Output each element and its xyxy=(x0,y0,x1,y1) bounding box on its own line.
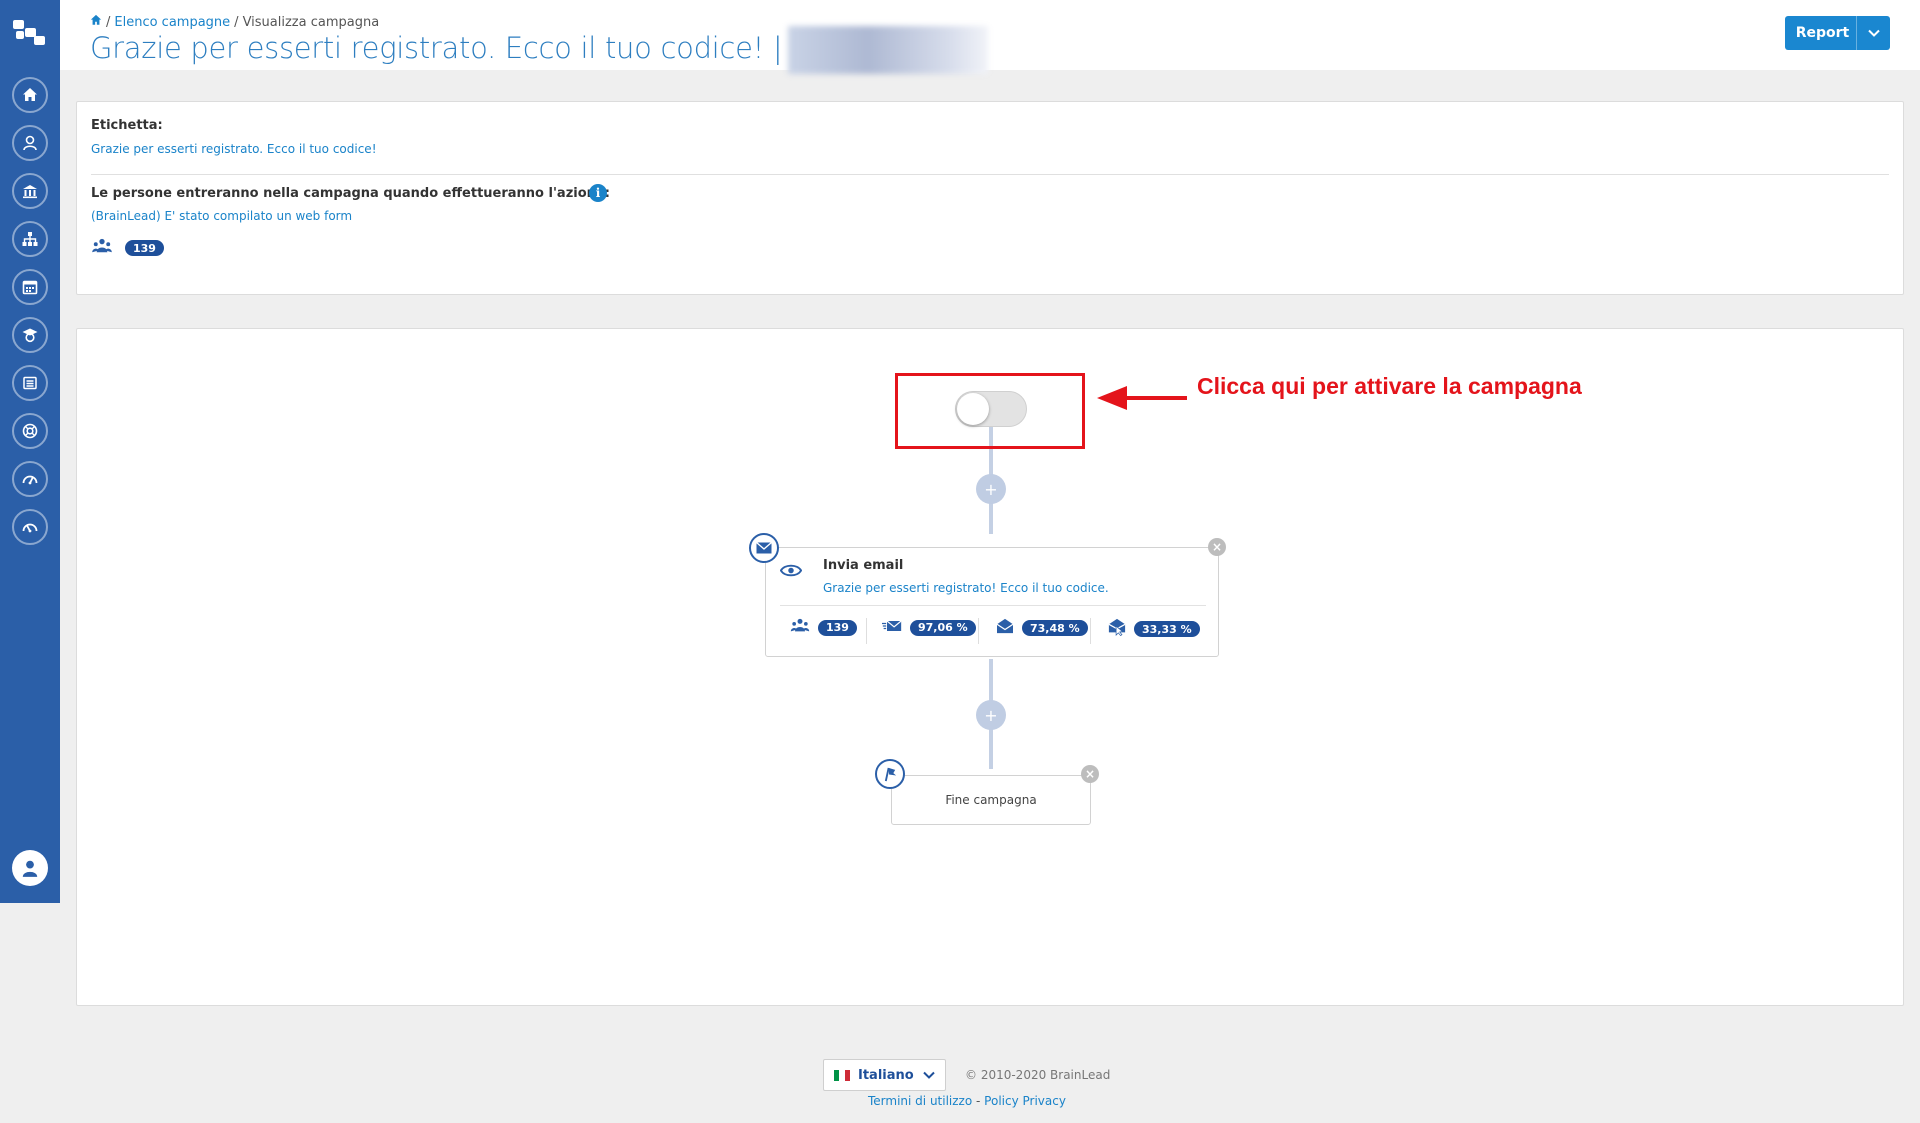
delete-node-button[interactable]: × xyxy=(1081,765,1099,783)
people-icon xyxy=(790,618,810,637)
campaign-activation-toggle[interactable] xyxy=(955,391,1027,427)
stat-delivered: 97,06 % xyxy=(882,618,976,637)
entry-action-value[interactable]: (BrainLead) E' stato compilato un web fo… xyxy=(91,209,352,223)
stat-recipients: 139 xyxy=(790,618,857,637)
privacy-link[interactable]: Policy Privacy xyxy=(984,1094,1066,1108)
finish-flag-icon xyxy=(875,759,905,789)
report-button-label: Report xyxy=(1795,25,1850,41)
people-icon xyxy=(91,238,113,258)
chevron-down-icon[interactable] xyxy=(1856,16,1890,50)
email-subject-link[interactable]: Grazie per esserti registrato! Ecco il t… xyxy=(823,581,1109,595)
language-label: Italiano xyxy=(858,1067,914,1083)
add-step-button[interactable]: + xyxy=(976,700,1006,730)
end-campaign-node[interactable]: Fine campagna xyxy=(891,775,1091,825)
stat-separator xyxy=(1090,618,1091,644)
stat-value[interactable]: 33,33 % xyxy=(1134,621,1200,637)
entry-action-label: Le persone entreranno nella campagna qua… xyxy=(91,186,610,201)
info-icon[interactable]: i xyxy=(589,184,607,202)
stat-opened: 73,48 % xyxy=(996,618,1088,638)
sidebar-companies-icon[interactable] xyxy=(12,173,48,209)
divider xyxy=(780,605,1206,606)
copyright-text: © 2010-2020 BrainLead xyxy=(965,1068,1111,1082)
language-select[interactable]: Italiano xyxy=(823,1059,946,1091)
brainlead-logo[interactable] xyxy=(12,18,48,50)
click-mail-icon xyxy=(1108,618,1126,640)
send-email-node[interactable]: Invia email Grazie per esserti registrat… xyxy=(765,547,1219,657)
sent-mail-icon xyxy=(882,618,902,637)
link-separator: - xyxy=(972,1094,985,1108)
user-avatar[interactable] xyxy=(12,850,48,886)
delete-node-button[interactable]: × xyxy=(1208,538,1226,556)
toggle-knob xyxy=(957,393,989,425)
people-count-row: 139 xyxy=(91,238,164,258)
sidebar-training-icon[interactable] xyxy=(12,317,48,353)
page-title-text: Grazie per esserti registrato. Ecco il t… xyxy=(90,31,783,65)
activation-annotation: Clicca qui per attivare la campagna xyxy=(1197,373,1582,399)
tag-value[interactable]: Grazie per esserti registrato. Ecco il t… xyxy=(91,142,377,156)
add-step-button[interactable]: + xyxy=(976,474,1006,504)
stat-separator xyxy=(866,618,867,644)
report-button[interactable]: Report xyxy=(1785,16,1890,50)
preview-eye-icon[interactable] xyxy=(779,562,803,581)
terms-link[interactable]: Termini di utilizzo xyxy=(868,1094,972,1108)
sidebar xyxy=(0,0,60,903)
stat-value[interactable]: 139 xyxy=(818,619,857,636)
stat-value[interactable]: 73,48 % xyxy=(1022,620,1088,636)
sidebar-analytics-icon[interactable] xyxy=(12,509,48,545)
sidebar-calendar-icon[interactable] xyxy=(12,269,48,305)
divider xyxy=(91,174,1889,175)
campaign-info-card: Etichetta: Grazie per esserti registrato… xyxy=(76,101,1904,295)
open-mail-icon xyxy=(996,618,1014,638)
people-count-badge[interactable]: 139 xyxy=(125,240,164,256)
sidebar-support-icon[interactable] xyxy=(12,413,48,449)
end-node-title: Fine campagna xyxy=(945,793,1037,807)
sidebar-contacts-icon[interactable] xyxy=(12,125,48,161)
email-envelope-icon xyxy=(749,533,779,563)
stat-separator xyxy=(978,618,979,644)
sidebar-structure-icon[interactable] xyxy=(12,221,48,257)
chevron-down-icon xyxy=(923,1068,935,1083)
page-title: Grazie per esserti registrato. Ecco il t… xyxy=(90,26,989,74)
redacted-domain xyxy=(788,26,989,74)
stat-clicked: 33,33 % xyxy=(1108,618,1200,640)
sidebar-lists-icon[interactable] xyxy=(12,365,48,401)
tag-label: Etichetta: xyxy=(91,118,163,133)
campaign-flow-card: Clicca qui per attivare la campagna + + … xyxy=(76,328,1904,1006)
node-title: Invia email xyxy=(823,558,904,573)
page-header: / Elenco campagne / Visualizza campagna … xyxy=(60,0,1920,74)
italy-flag-icon xyxy=(834,1069,850,1081)
sidebar-dashboard-icon[interactable] xyxy=(12,461,48,497)
annotation-arrow-icon xyxy=(1097,386,1187,410)
sidebar-home-icon[interactable] xyxy=(12,77,48,113)
footer-links: Termini di utilizzo - Policy Privacy xyxy=(868,1094,1066,1108)
stat-value[interactable]: 97,06 % xyxy=(910,619,976,636)
